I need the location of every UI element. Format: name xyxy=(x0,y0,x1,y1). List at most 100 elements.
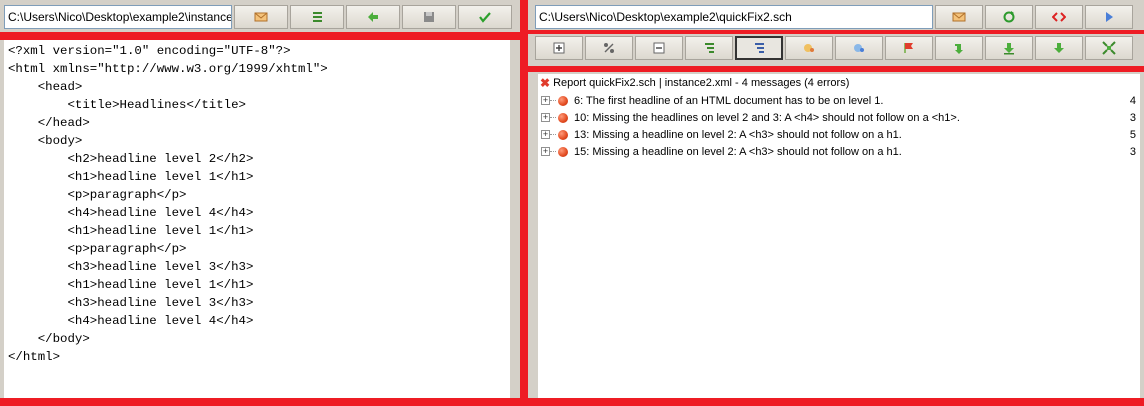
arrow-left-icon xyxy=(368,12,378,22)
message-row[interactable]: +13: Missing a headline on level 2: A <h… xyxy=(538,126,1140,143)
back-button[interactable] xyxy=(346,5,400,29)
report-pane: C:\Users\Nico\Desktop\example2\quickFix2… xyxy=(528,0,1144,406)
message-count: 3 xyxy=(1129,145,1136,158)
percent-icon xyxy=(604,43,614,53)
code-line: </head> xyxy=(8,116,90,130)
expand-icon[interactable]: + xyxy=(541,147,550,156)
plus-box-icon xyxy=(553,42,565,54)
list-icon xyxy=(755,43,764,53)
save-icon xyxy=(424,12,434,22)
code-line: <?xml version="1.0" encoding="UTF-8"?> xyxy=(8,44,291,58)
tree-connector xyxy=(550,100,556,101)
expand-icon[interactable]: + xyxy=(541,130,550,139)
report-header: ✖ Report quickFix2.sch | instance2.xml -… xyxy=(538,74,1140,92)
code-line: <title>Headlines</title> xyxy=(8,98,246,112)
error-icon xyxy=(558,95,568,106)
arrow-down-bar-icon xyxy=(1004,43,1014,55)
run-button[interactable] xyxy=(1085,5,1133,29)
flag-button[interactable] xyxy=(885,36,933,60)
outline-button[interactable] xyxy=(290,5,344,29)
message-list: +6: The first headline of an HTML docume… xyxy=(538,92,1140,160)
right-path-field[interactable]: C:\Users\Nico\Desktop\example2\quickFix2… xyxy=(535,5,933,29)
down-all-button[interactable] xyxy=(985,36,1033,60)
validation-report: ✖ Report quickFix2.sch | instance2.xml -… xyxy=(538,74,1140,398)
code-line: <h2>headline level 2</h2> xyxy=(8,152,254,166)
code-editor[interactable]: <?xml version="1.0" encoding="UTF-8"?> <h… xyxy=(4,40,510,398)
expand-icon[interactable]: + xyxy=(541,113,550,122)
message-text: 6: The first headline of an HTML documen… xyxy=(574,94,884,107)
list-icon xyxy=(705,43,714,53)
next-button[interactable] xyxy=(935,36,983,60)
tree-connector xyxy=(550,117,556,118)
save-button[interactable] xyxy=(402,5,456,29)
left-path-bar: C:\Users\Nico\Desktop\example2\instance2… xyxy=(4,5,512,29)
right-divider-top xyxy=(528,30,1144,34)
envelope-button[interactable] xyxy=(234,5,288,29)
bubble-icon xyxy=(854,44,864,52)
right-path-bar: C:\Users\Nico\Desktop\example2\quickFix2… xyxy=(535,5,1133,29)
editor-pane: C:\Users\Nico\Desktop\example2\instance2… xyxy=(0,0,520,406)
validate-button[interactable] xyxy=(458,5,512,29)
left-divider xyxy=(0,32,520,40)
message-text: 15: Missing a headline on level 2: A <h3… xyxy=(574,145,902,158)
collapse-arrows-button[interactable] xyxy=(1085,36,1133,60)
arrows-in-icon xyxy=(1102,41,1116,55)
refresh-button[interactable] xyxy=(985,5,1033,29)
schema-envelope-button[interactable] xyxy=(935,5,983,29)
flag-icon xyxy=(904,43,913,53)
code-line: <h1>headline level 1</h1> xyxy=(8,224,254,238)
code-line: <h3>headline level 3</h3> xyxy=(8,296,254,310)
report-toolbar xyxy=(535,36,1133,60)
tree-connector xyxy=(550,151,556,152)
filter-errors-button[interactable] xyxy=(685,36,733,60)
right-divider-mid xyxy=(528,66,1144,72)
left-path-field[interactable]: C:\Users\Nico\Desktop\example2\instance2… xyxy=(4,5,232,29)
code-line: <html xmlns="http://www.w3.org/1999/xhtm… xyxy=(8,62,328,76)
code-line: </body> xyxy=(8,332,90,346)
code-line: <h4>headline level 4</h4> xyxy=(8,314,254,328)
message-text: 10: Missing the headlines on level 2 and… xyxy=(574,111,960,124)
message-row[interactable]: +6: The first headline of an HTML docume… xyxy=(538,92,1140,109)
list-icon xyxy=(313,12,322,22)
sparkle-icon xyxy=(804,44,814,52)
envelope-icon xyxy=(254,12,268,22)
arrow-turn-icon xyxy=(955,44,963,54)
code-line: <h3>headline level 3</h3> xyxy=(8,260,254,274)
minus-box-icon xyxy=(653,42,665,54)
message-count: 3 xyxy=(1129,111,1136,124)
error-icon xyxy=(558,112,568,123)
code-line: <body> xyxy=(8,134,83,148)
expand-all-button[interactable] xyxy=(535,36,583,60)
message-count: 4 xyxy=(1129,94,1136,107)
down-button[interactable] xyxy=(1035,36,1083,60)
play-icon xyxy=(1106,12,1113,22)
arrow-down-icon xyxy=(1054,43,1064,53)
error-icon xyxy=(558,129,568,140)
code-button[interactable] xyxy=(1035,5,1083,29)
collapse-all-button[interactable] xyxy=(635,36,683,60)
message-text: 13: Missing a headline on level 2: A <h3… xyxy=(574,128,902,141)
filter-warnings-button[interactable] xyxy=(735,36,783,60)
error-icon xyxy=(558,146,568,157)
message-count: 5 xyxy=(1129,128,1136,141)
message-row[interactable]: +10: Missing the headlines on level 2 an… xyxy=(538,109,1140,126)
code-icon xyxy=(1052,12,1066,22)
check-icon xyxy=(479,12,491,23)
tree-connector xyxy=(550,134,556,135)
fix-button[interactable] xyxy=(785,36,833,60)
bottom-border xyxy=(0,398,1144,406)
quickfix-button[interactable] xyxy=(835,36,883,60)
code-line: <p>paragraph</p> xyxy=(8,188,187,202)
expand-icon[interactable]: + xyxy=(541,96,550,105)
message-row[interactable]: +15: Missing a headline on level 2: A <h… xyxy=(538,143,1140,160)
refresh-icon xyxy=(1003,11,1015,23)
code-line: <h1>headline level 1</h1> xyxy=(8,170,254,184)
code-line: </html> xyxy=(8,350,61,364)
expand-level-button[interactable] xyxy=(585,36,633,60)
close-report-icon[interactable]: ✖ xyxy=(540,76,550,90)
code-line: <h1>headline level 1</h1> xyxy=(8,278,254,292)
code-line: <h4>headline level 4</h4> xyxy=(8,206,254,220)
envelope-icon xyxy=(952,12,966,22)
code-line: <p>paragraph</p> xyxy=(8,242,187,256)
editor-scrollbar[interactable] xyxy=(510,40,520,398)
